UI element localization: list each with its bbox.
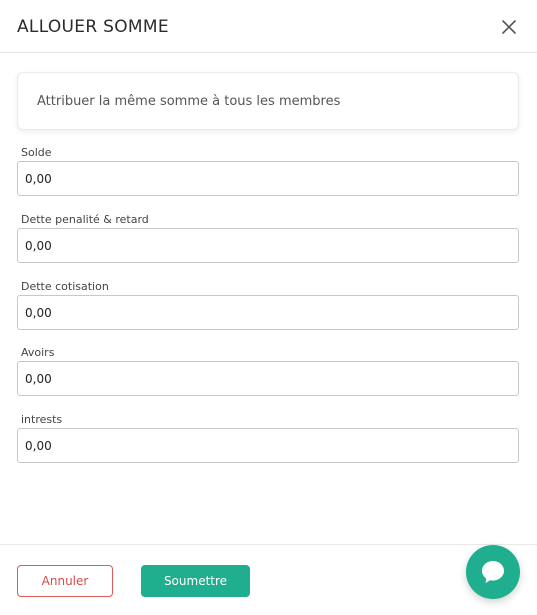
modal-title: ALLOUER SOMME — [17, 17, 169, 37]
close-icon — [501, 19, 517, 35]
submit-button[interactable]: Soumettre — [141, 565, 250, 597]
close-button[interactable] — [501, 19, 517, 35]
penalty-debt-input[interactable] — [17, 228, 519, 263]
same-amount-toggle[interactable]: Attribuer la même somme à tous les membr… — [17, 72, 519, 130]
field-label-interests: intrests — [21, 413, 63, 426]
allocate-sum-modal: ALLOUER SOMME Attribuer la même somme à … — [0, 0, 537, 615]
cancel-button[interactable]: Annuler — [17, 565, 113, 597]
field-label-penalty-debt: Dette penalité & retard — [21, 213, 149, 226]
same-amount-toggle-label: Attribuer la même somme à tous les membr… — [37, 94, 341, 109]
contribution-debt-input[interactable] — [17, 295, 519, 330]
avoirs-input[interactable] — [17, 361, 519, 396]
modal-header: ALLOUER SOMME — [0, 0, 537, 53]
modal-footer: Annuler Soumettre — [0, 544, 537, 615]
interests-input[interactable] — [17, 428, 519, 463]
field-label-solde: Solde — [21, 146, 52, 159]
chat-launcher-button[interactable] — [466, 545, 520, 599]
solde-input[interactable] — [17, 161, 519, 196]
field-label-avoirs: Avoirs — [21, 346, 55, 359]
field-label-contribution-debt: Dette cotisation — [21, 280, 109, 293]
